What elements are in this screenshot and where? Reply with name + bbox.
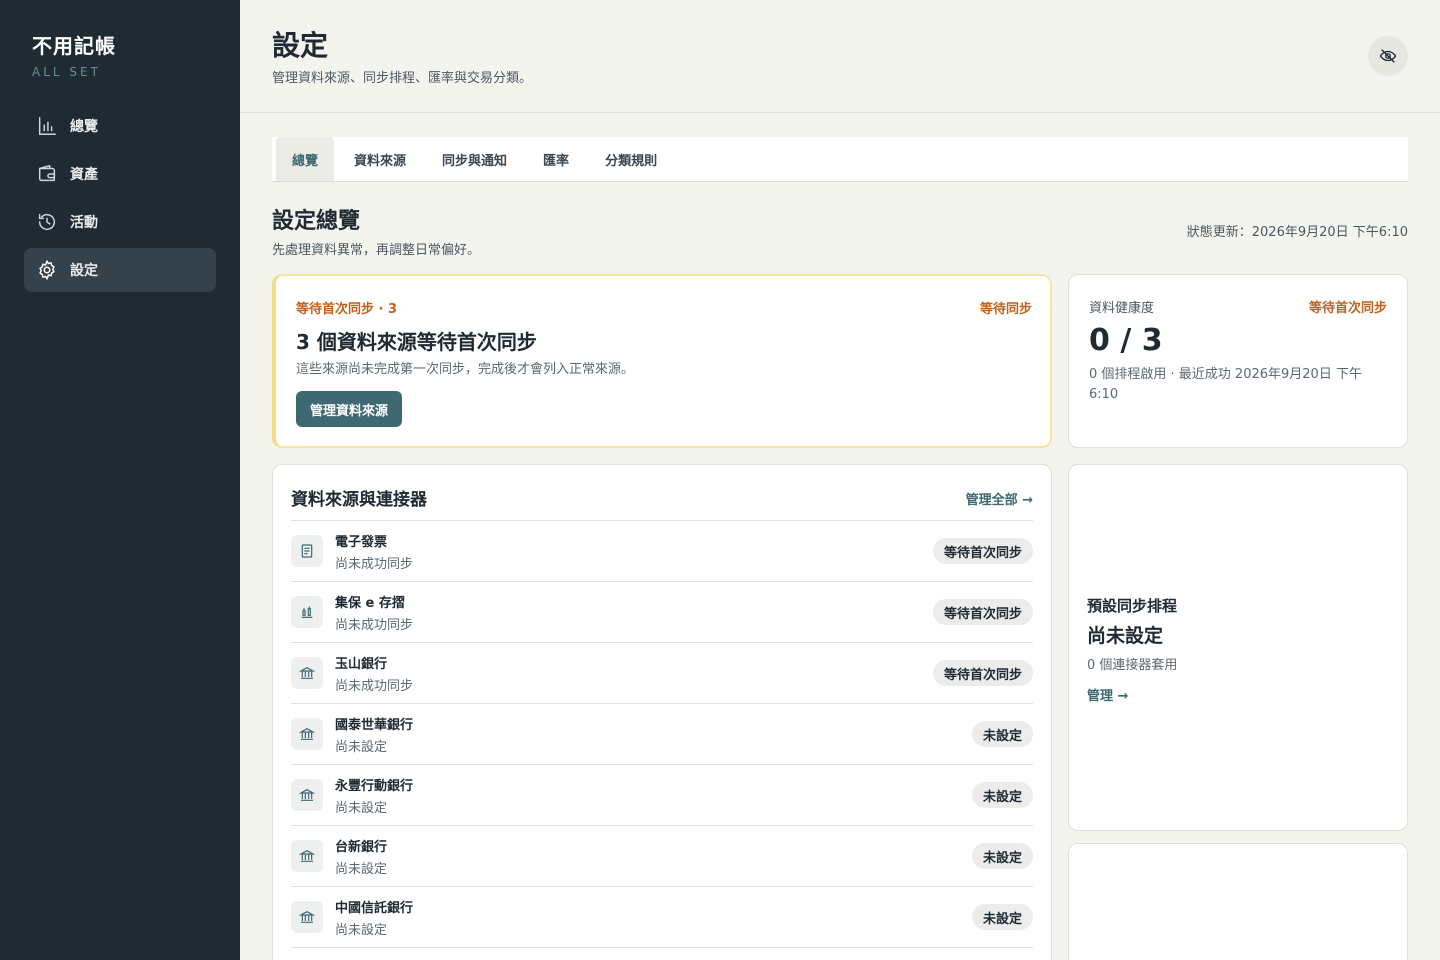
status-updated-time: 狀態更新：2026年9月20日 下午6:10: [1186, 225, 1408, 240]
page-subtitle: 管理資料來源、同步排程、匯率與交易分類。: [272, 71, 533, 86]
alert-kicker: 等待首次同步 · 3: [296, 302, 398, 317]
sidebar-item-label: 活動: [70, 215, 98, 231]
sources-list: 電子發票 尚未成功同步 等待首次同步 集保 e 存摺 尚未成功同步 等待首次同步…: [291, 520, 1033, 948]
app-tagline: ALL SET: [32, 65, 101, 79]
source-name: 國泰世華銀行: [335, 717, 414, 733]
stocks-icon: [291, 596, 323, 628]
list-item[interactable]: 台新銀行 尚未設定 未設定: [291, 826, 1033, 887]
source-name: 玉山銀行: [335, 656, 388, 672]
pending-sync-alert: 等待首次同步 · 3 等待同步 3 個資料來源等待首次同步 這些來源尚未完成第一…: [272, 274, 1052, 448]
status-badge: 等待首次同步: [932, 538, 1033, 564]
source-name: 電子發票: [335, 534, 388, 550]
source-name: 集保 e 存摺: [335, 595, 405, 611]
manage-all-link[interactable]: 管理全部 →: [966, 489, 1033, 508]
sync-schedule-card: 預設同步排程 尚未設定 0 個連接器套用 管理 →: [1068, 464, 1408, 831]
settings-tabs: 總覽 資料來源 同步與通知 匯率 分類規則: [272, 137, 1408, 182]
alert-status: 等待同步: [979, 302, 1032, 317]
source-name: 永豐行動銀行: [335, 778, 414, 794]
source-status: 尚未成功同步: [335, 617, 414, 633]
alert-description: 這些來源尚未完成第一次同步，完成後才會列入正常來源。: [296, 362, 635, 377]
health-status: 等待首次同步: [1308, 301, 1387, 316]
sidebar-item-label: 總覽: [70, 119, 98, 135]
source-status: 尚未成功同步: [335, 556, 414, 572]
sidebar-item-overview[interactable]: 總覽: [24, 104, 216, 148]
source-name: 中國信託銀行: [335, 900, 414, 916]
source-name: 台新銀行: [335, 839, 388, 855]
status-badge: 未設定: [971, 843, 1033, 869]
alert-title: 3 個資料來源等待首次同步: [296, 330, 537, 354]
sources-title: 資料來源與連接器: [291, 490, 427, 510]
wallet-icon: [38, 165, 56, 182]
health-label: 資料健康度: [1089, 301, 1155, 316]
privacy-toggle-button[interactable]: [1368, 36, 1408, 76]
status-badge: 等待首次同步: [932, 599, 1033, 625]
data-health-card: 資料健康度 等待首次同步 0 / 3 0 個排程啟用 · 最近成功 2026年9…: [1068, 274, 1408, 448]
health-value: 0 / 3: [1089, 323, 1163, 358]
source-status: 尚未成功同步: [335, 678, 414, 694]
sidebar-nav: 總覽 資產 活動 設定: [24, 104, 216, 296]
sidebar-item-label: 設定: [70, 263, 98, 279]
sidebar-item-label: 資產: [70, 167, 98, 183]
list-item[interactable]: 國泰世華銀行 尚未設定 未設定: [291, 704, 1033, 765]
bank-icon: [291, 718, 323, 750]
page-title: 設定: [272, 29, 329, 62]
health-meta: 0 個排程啟用 · 最近成功 2026年9月20日 下午6:10: [1089, 367, 1362, 402]
schedule-label: 預設同步排程: [1087, 597, 1178, 615]
sources-card: 資料來源與連接器 管理全部 → 電子發票 尚未成功同步 等待首次同步 集保 e …: [272, 464, 1052, 960]
source-status: 尚未設定: [335, 861, 388, 877]
status-badge: 未設定: [971, 782, 1033, 808]
section-title: 設定總覽: [272, 209, 361, 234]
status-badge: 未設定: [971, 904, 1033, 930]
status-badge: 未設定: [971, 721, 1033, 747]
receipt-icon: [291, 535, 323, 567]
schedule-meta: 0 個連接器套用: [1087, 658, 1178, 673]
tab-overview[interactable]: 總覽: [276, 137, 335, 181]
list-item[interactable]: 永豐行動銀行 尚未設定 未設定: [291, 765, 1033, 826]
bar-chart-icon: [38, 117, 56, 135]
eye-off-icon: [1379, 49, 1397, 63]
bank-icon: [291, 901, 323, 933]
list-item[interactable]: 電子發票 尚未成功同步 等待首次同步: [291, 521, 1033, 582]
tab-exchange-rates[interactable]: 匯率: [527, 137, 585, 181]
bank-icon: [291, 840, 323, 872]
status-badge: 等待首次同步: [932, 660, 1033, 686]
history-icon: [38, 213, 56, 231]
source-status: 尚未設定: [335, 800, 388, 816]
bank-icon: [291, 657, 323, 689]
secondary-card: [1068, 843, 1408, 960]
tab-sync-notifications[interactable]: 同步與通知: [426, 137, 523, 181]
list-item[interactable]: 集保 e 存摺 尚未成功同步 等待首次同步: [291, 582, 1033, 643]
app-name: 不用記帳: [32, 34, 116, 58]
gear-icon: [39, 259, 55, 281]
bank-icon: [291, 779, 323, 811]
schedule-value: 尚未設定: [1087, 625, 1164, 647]
sidebar-item-settings[interactable]: 設定: [24, 248, 216, 292]
section-subtitle: 先處理資料異常，再調整日常偏好。: [272, 243, 481, 258]
manage-schedule-link[interactable]: 管理 →: [1087, 685, 1128, 704]
sidebar-item-assets[interactable]: 資產: [24, 152, 216, 196]
list-item[interactable]: 玉山銀行 尚未成功同步 等待首次同步: [291, 643, 1033, 704]
page-header: 設定 管理資料來源、同步排程、匯率與交易分類。: [240, 0, 1440, 113]
tab-data-sources[interactable]: 資料來源: [338, 137, 422, 181]
sidebar: 不用記帳 ALL SET 總覽 資產 活動 設定: [0, 0, 240, 960]
source-status: 尚未設定: [335, 922, 388, 938]
source-status: 尚未設定: [335, 739, 388, 755]
tab-category-rules[interactable]: 分類規則: [589, 137, 673, 181]
list-item[interactable]: 中國信託銀行 尚未設定 未設定: [291, 887, 1033, 948]
manage-sources-button[interactable]: 管理資料來源: [296, 391, 403, 427]
sidebar-item-activity[interactable]: 活動: [24, 200, 216, 244]
